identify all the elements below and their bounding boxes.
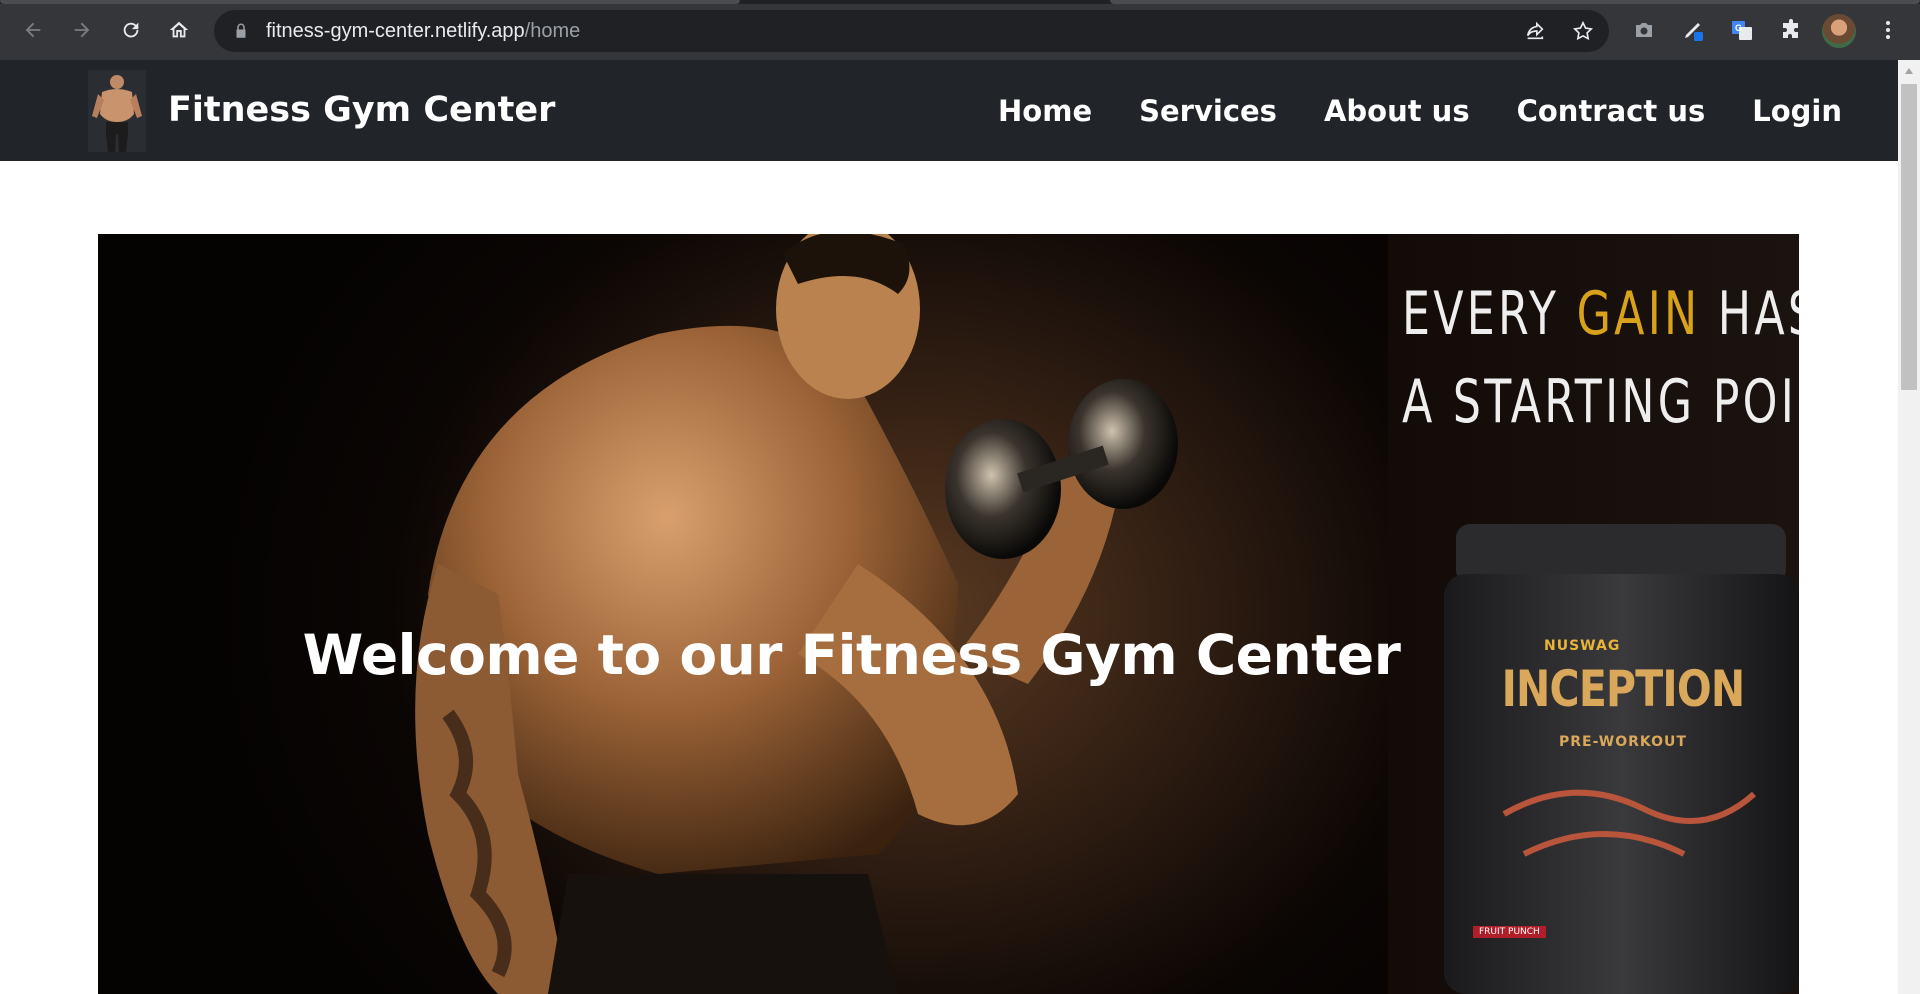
star-icon[interactable] <box>1572 20 1594 42</box>
extensions-button[interactable] <box>1775 14 1807 46</box>
svg-text:G: G <box>1735 23 1742 33</box>
supplement-jar-image <box>1444 524 1799 994</box>
nav-links: Home Services About us Contract us Login <box>951 60 1842 161</box>
tab-edge[interactable] <box>0 0 740 4</box>
page-scrollbar[interactable] <box>1898 60 1920 994</box>
nav-home-link[interactable]: Home <box>998 94 1092 128</box>
pen-extension[interactable] <box>1677 14 1709 46</box>
site-navbar: Fitness Gym Center Home Services About u… <box>0 60 1898 161</box>
nav-services-link[interactable]: Services <box>1139 94 1277 128</box>
scroll-up-arrow[interactable] <box>1898 60 1920 82</box>
home-button[interactable] <box>161 12 197 48</box>
back-button[interactable] <box>15 12 51 48</box>
triangle-up-icon <box>1905 68 1913 74</box>
forward-button[interactable] <box>64 12 100 48</box>
hero-title: Welcome to our Fitness Gym Center <box>302 622 1401 687</box>
scrollbar-thumb[interactable] <box>1901 84 1917 390</box>
lock-icon[interactable] <box>232 22 250 40</box>
promo-line-2: A STARTING POI <box>1402 367 1798 437</box>
promo-line-1-start: EVERY <box>1402 279 1577 349</box>
screenshot-extension[interactable] <box>1628 14 1660 46</box>
back-arrow-icon <box>25 22 41 38</box>
brand-name[interactable]: Fitness Gym Center <box>168 60 555 161</box>
home-icon <box>169 21 189 38</box>
nav-contact-link[interactable]: Contract us <box>1517 94 1706 128</box>
profile-avatar[interactable] <box>1822 14 1856 48</box>
forward-arrow-icon <box>74 22 90 38</box>
url-path: /home <box>524 20 581 42</box>
promo-accent-word: GAIN <box>1576 279 1701 349</box>
url-text[interactable]: fitness-gym-center.netlify.app/home <box>266 10 580 52</box>
translate-icon: G <box>1732 21 1752 40</box>
pen-icon <box>1685 23 1703 41</box>
camera-icon <box>1636 23 1652 37</box>
url-host: fitness-gym-center.netlify.app <box>266 20 525 42</box>
share-icon[interactable] <box>1524 20 1546 42</box>
promo-line-1: EVERY GAIN HAS <box>1402 279 1799 349</box>
product-flavor-label: FRUIT PUNCH <box>1473 926 1546 938</box>
browser-toolbar: fitness-gym-center.netlify.app/home G <box>0 0 1920 60</box>
browser-menu-button[interactable] <box>1872 14 1904 46</box>
product-subtitle: PRE-WORKOUT <box>1559 734 1687 750</box>
promo-line-1-end: HAS <box>1717 279 1799 349</box>
reload-button[interactable] <box>113 12 149 48</box>
translate-extension[interactable]: G <box>1726 14 1758 46</box>
tab-edge[interactable] <box>1110 0 1920 4</box>
hero-banner: EVERY GAIN HAS A STARTING POI NUSWAG INC… <box>98 234 1799 994</box>
address-bar[interactable]: fitness-gym-center.netlify.app/home <box>214 10 1609 52</box>
nav-about-link[interactable]: About us <box>1324 94 1470 128</box>
reload-icon <box>123 22 139 38</box>
puzzle-icon <box>1783 19 1798 38</box>
brand-logo[interactable] <box>88 70 146 152</box>
tab-strip <box>0 0 1920 4</box>
kebab-menu-icon <box>1886 21 1890 39</box>
nav-login-link[interactable]: Login <box>1752 94 1842 128</box>
